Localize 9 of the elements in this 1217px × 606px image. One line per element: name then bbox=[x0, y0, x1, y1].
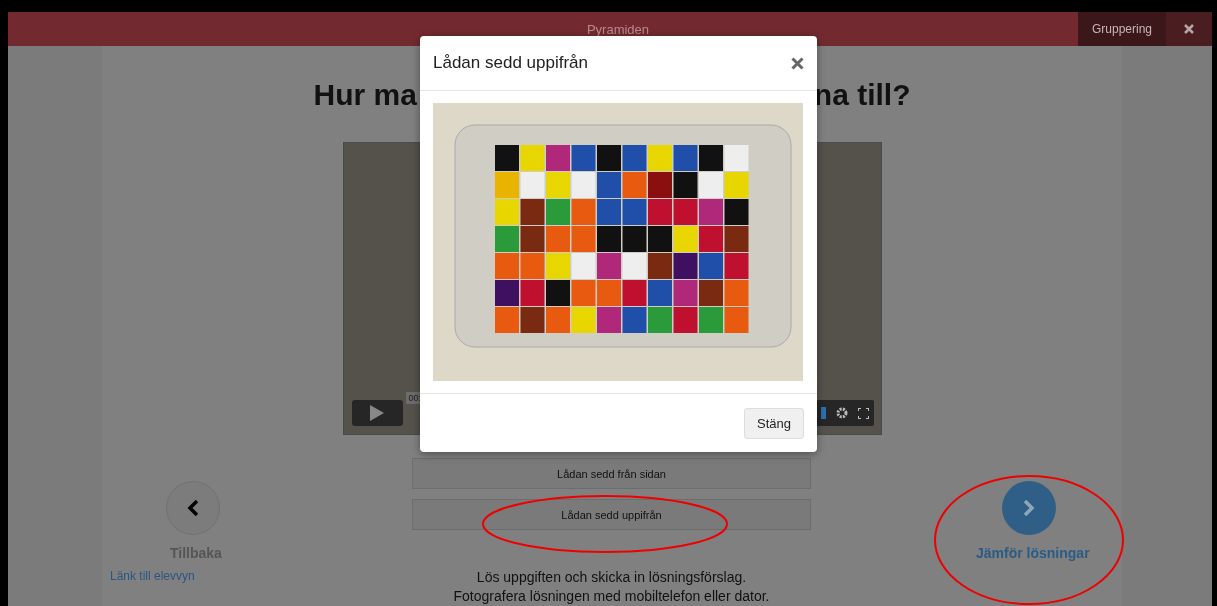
app-title: Pyramiden bbox=[585, 21, 651, 37]
question-heading: Hur ma bbox=[313, 78, 417, 113]
dialog-title: Lådan sedd uppifrån bbox=[433, 53, 589, 73]
compare-label: Jämför lösningar bbox=[976, 545, 1090, 561]
grouping-button[interactable]: Gruppering bbox=[1077, 12, 1166, 46]
close-button[interactable]: Stäng bbox=[744, 407, 804, 439]
instructions-text: Lös uppgiften och skicka in lösningsförslag. Fotografera lösningen med mobiltelefon eller dator. bbox=[452, 568, 771, 606]
view-button[interactable]: Lådan sedd från sidan bbox=[412, 458, 811, 489]
view-button[interactable]: Lådan sedd uppifrån bbox=[412, 499, 811, 530]
